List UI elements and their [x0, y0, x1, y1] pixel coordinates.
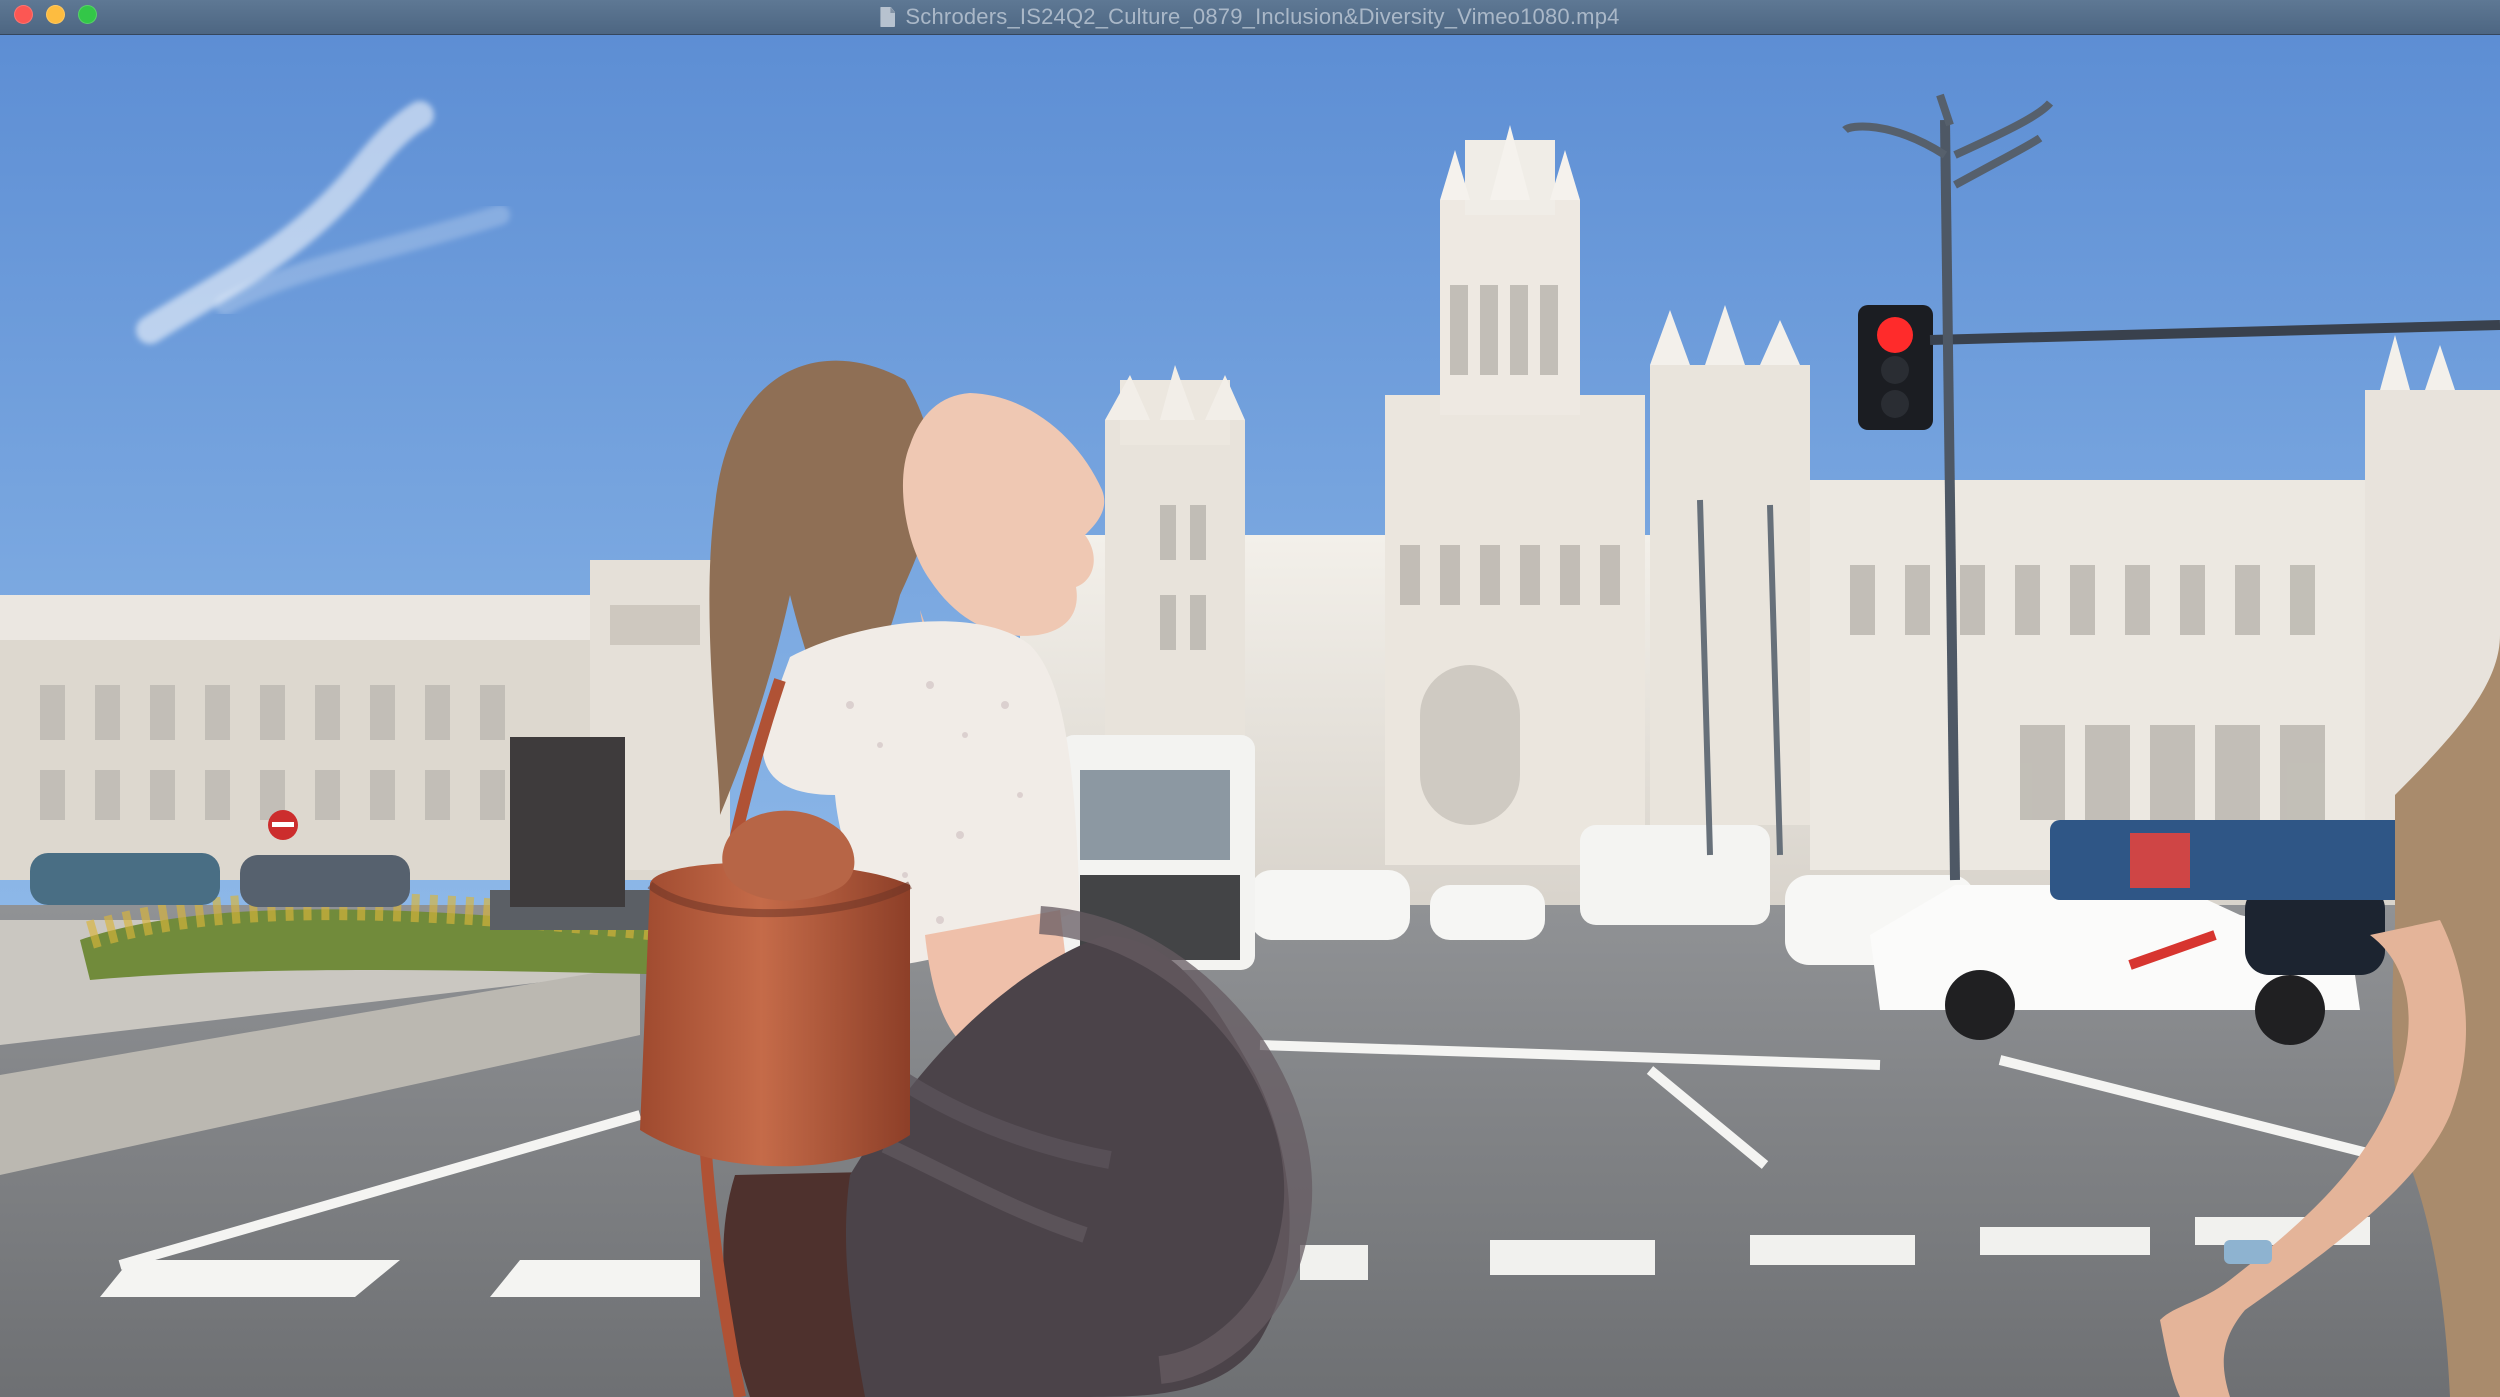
window-titlebar[interactable]: Schroders_IS24Q2_Culture_0879_Inclusion&… [0, 0, 2500, 35]
window-controls [14, 5, 97, 24]
window-title: Schroders_IS24Q2_Culture_0879_Inclusion&… [905, 4, 1620, 29]
minimize-button[interactable] [46, 5, 65, 24]
video-scene [0, 35, 2500, 1397]
document-icon [880, 7, 896, 27]
maximize-button[interactable] [78, 5, 97, 24]
video-frame[interactable] [0, 35, 2500, 1397]
close-button[interactable] [14, 5, 33, 24]
video-player-window: Schroders_IS24Q2_Culture_0879_Inclusion&… [0, 0, 2500, 1397]
window-title-wrap: Schroders_IS24Q2_Culture_0879_Inclusion&… [880, 4, 1619, 30]
